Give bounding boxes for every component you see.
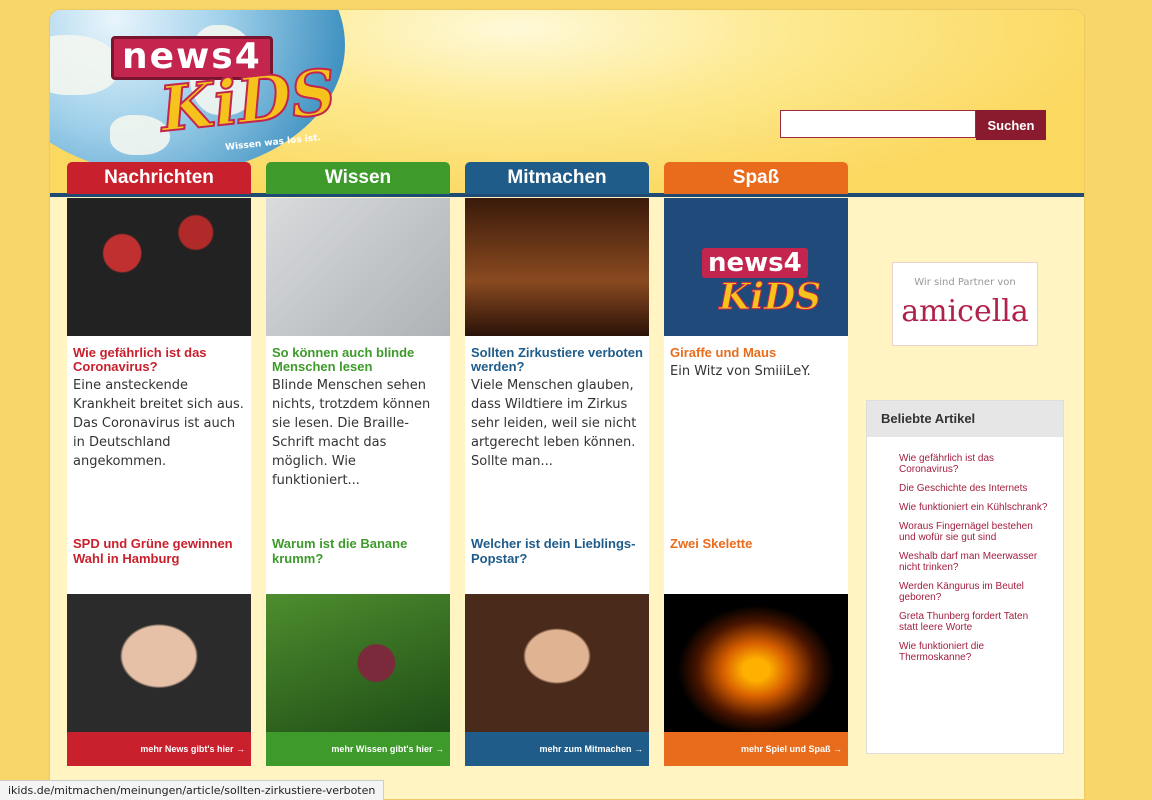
more-mitmachen-button[interactable]: mehr zum Mitmachen →: [465, 732, 649, 766]
popular-item[interactable]: Greta Thunberg fordert Taten statt leere…: [899, 611, 1049, 633]
article-teaser: Blinde Menschen sehen nichts, trotzdem k…: [272, 378, 431, 488]
article-headline[interactable]: Giraffe und Maus: [670, 346, 842, 360]
article-headline-2[interactable]: Welcher ist dein Lieblings-Popstar?: [471, 536, 643, 566]
article-headline-2[interactable]: SPD und Grüne gewinnen Wahl in Hamburg: [73, 536, 245, 566]
fox-logo-news4: news4: [702, 248, 808, 278]
article-headline[interactable]: So können auch blinde Menschen lesen: [272, 346, 444, 374]
braille-image[interactable]: [266, 198, 450, 336]
tab-mitmachen[interactable]: Mitmachen: [465, 162, 649, 194]
popular-item[interactable]: Wie funktioniert die Thermoskanne?: [899, 641, 1049, 663]
pumpkin-photo[interactable]: [664, 594, 848, 732]
article-headline-2[interactable]: Zwei Skelette: [670, 536, 842, 551]
more-news-button[interactable]: mehr News gibt's hier →: [67, 732, 251, 766]
site-logo[interactable]: news4 KiDS Wissen was los ist.: [105, 30, 340, 165]
popular-item[interactable]: Werden Kängurus im Beutel geboren?: [899, 581, 1049, 603]
column-mitmachen: Sollten Zirkustiere verboten werden? Vie…: [465, 198, 649, 766]
article-headline[interactable]: Wie gefährlich ist das Coronavirus?: [73, 346, 245, 374]
more-wissen-button[interactable]: mehr Wissen gibt's hier →: [266, 732, 450, 766]
partner-label: Wir sind Partner von: [914, 277, 1016, 288]
column-nachrichten: Wie gefährlich ist das Coronavirus? Eine…: [67, 198, 251, 766]
popular-item[interactable]: Woraus Fingernägel bestehen und wofür si…: [899, 521, 1049, 543]
popular-title: Beliebte Artikel: [867, 401, 1063, 437]
fox-logo-kids: KiDS: [718, 276, 822, 319]
article-headline[interactable]: Sollten Zirkustiere verboten werden?: [471, 346, 643, 374]
logo-kids: KiDS: [156, 54, 341, 147]
popular-item[interactable]: Wie gefährlich ist das Coronavirus?: [899, 453, 1049, 475]
popular-item[interactable]: Die Geschichte des Internets: [899, 483, 1049, 494]
article-headline-2[interactable]: Warum ist die Banane krumm?: [272, 536, 444, 566]
search-form: Suchen: [780, 110, 1046, 140]
search-button[interactable]: Suchen: [976, 110, 1046, 140]
column-spass: news4 KiDS Giraffe und Maus Ein Witz von…: [664, 198, 848, 766]
tab-nachrichten[interactable]: Nachrichten: [67, 162, 251, 194]
tab-wissen[interactable]: Wissen: [266, 162, 450, 194]
news4kids-fox-logo[interactable]: news4 KiDS: [664, 198, 848, 336]
article-teaser: Viele Menschen glauben, dass Wildtiere i…: [471, 378, 637, 469]
more-spass-button[interactable]: mehr Spiel und Spaß →: [664, 732, 848, 766]
search-input[interactable]: [780, 110, 976, 138]
partner-box[interactable]: Wir sind Partner von amicella: [892, 262, 1038, 346]
popular-item[interactable]: Weshalb darf man Meerwasser nicht trinke…: [899, 551, 1049, 573]
banana-photo[interactable]: [266, 594, 450, 732]
status-bar-url: ikids.de/mitmachen/meinungen/article/sol…: [0, 780, 385, 800]
article-teaser: Eine ansteckende Krankheit breitet sich …: [73, 378, 244, 469]
politician-photo[interactable]: [67, 594, 251, 732]
corona-map-image[interactable]: [67, 198, 251, 336]
partner-logo: amicella: [901, 294, 1029, 329]
article-teaser: Ein Witz von SmiiiLeY.: [670, 364, 811, 379]
popstar-photo[interactable]: [465, 594, 649, 732]
tab-spass[interactable]: Spaß: [664, 162, 848, 194]
popular-item[interactable]: Wie funktioniert ein Kühlschrank?: [899, 502, 1049, 513]
column-wissen: So können auch blinde Menschen lesen Bli…: [266, 198, 450, 766]
circus-image[interactable]: [465, 198, 649, 336]
popular-articles: Beliebte Artikel Wie gefährlich ist das …: [866, 400, 1064, 754]
page-container: news4 KiDS Wissen was los ist. Suchen Na…: [50, 10, 1084, 799]
